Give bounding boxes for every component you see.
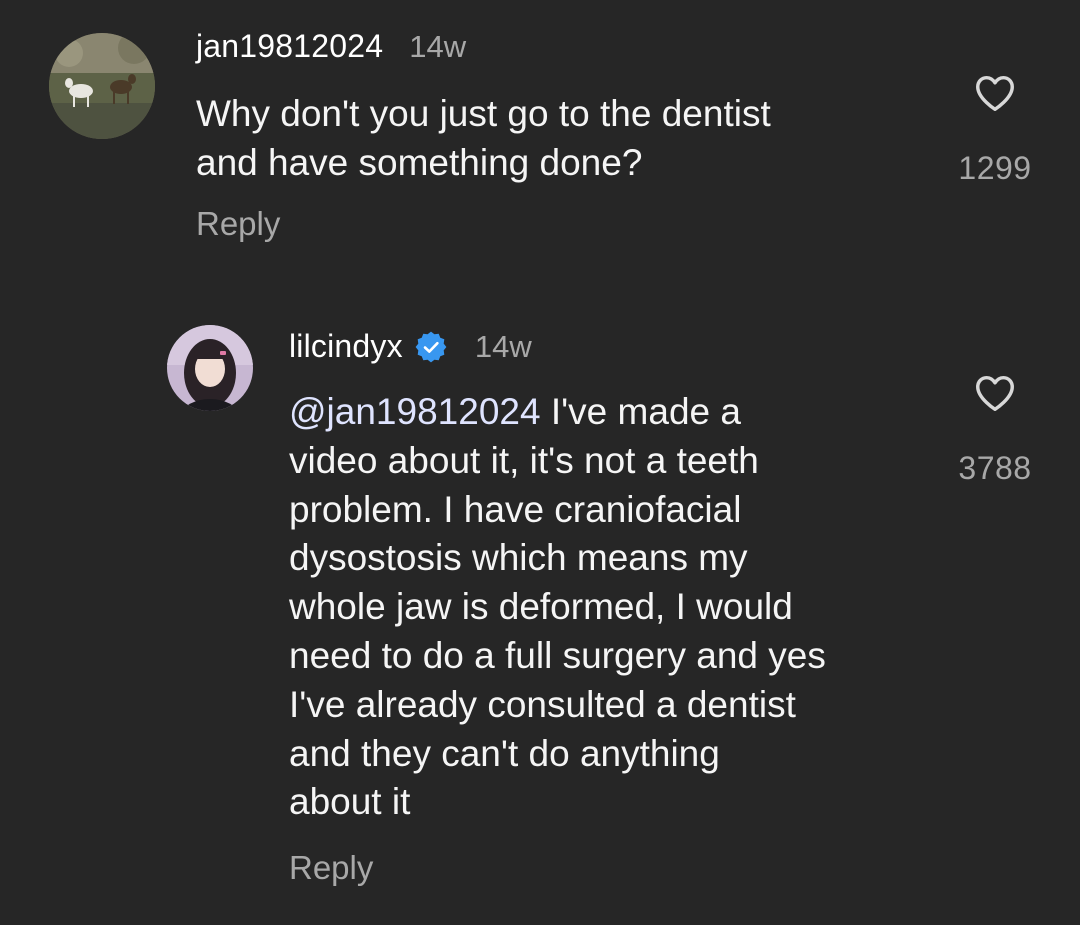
deer-photo-avatar-icon (49, 33, 155, 139)
reply-comment-item: lilcindyx 14w @jan19812024 I've made a v… (0, 300, 1080, 925)
comment-text: Why don't you just go to the dentist and… (196, 93, 771, 183)
girl-portrait-avatar-icon (167, 325, 253, 411)
reply-button[interactable]: Reply (196, 205, 280, 243)
commenter-username[interactable]: jan19812024 (196, 28, 383, 65)
heart-outline-icon[interactable] (972, 370, 1018, 416)
mention-link[interactable]: @jan19812024 (289, 391, 541, 432)
comment-time: 14w (409, 28, 467, 64)
heart-outline-icon[interactable] (972, 70, 1018, 116)
comment-item: jan19812024 14w Why don't you just go to… (0, 0, 1080, 300)
like-count: 1299 (958, 150, 1032, 186)
comment-meta: lilcindyx 14w (289, 328, 532, 365)
commenter-avatar[interactable] (167, 325, 253, 411)
comment-meta: jan19812024 14w (196, 28, 466, 65)
comment-time: 14w (474, 328, 532, 364)
comment-text: @jan19812024 I've made a video about it,… (289, 388, 826, 827)
commenter-avatar[interactable] (49, 33, 155, 139)
verified-badge-icon (415, 331, 447, 363)
comment-text-content: I've made a video about it, it's not a t… (289, 391, 826, 823)
commenter-username[interactable]: lilcindyx (289, 328, 403, 365)
like-count: 3788 (958, 450, 1032, 486)
like-area: 1299 (935, 70, 1055, 187)
like-area: 3788 (935, 370, 1055, 487)
reply-button[interactable]: Reply (289, 849, 373, 887)
